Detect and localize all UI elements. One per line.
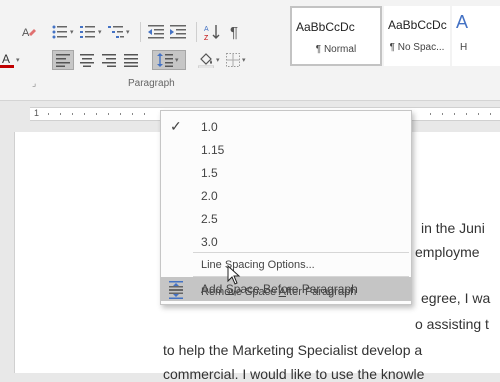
style-no-spacing[interactable]: AaBbCcDc ¶ No Spac...	[384, 6, 450, 66]
pilcrow-icon: ¶	[230, 23, 239, 41]
numbering-button[interactable]: ▾	[80, 22, 102, 42]
multilevel-list-icon	[108, 24, 124, 40]
chevron-down-icon: ▾	[216, 57, 220, 64]
align-center-icon	[80, 53, 94, 67]
style-heading-1[interactable]: A H	[452, 6, 500, 66]
document-text-line: commercial. I would like to use the know…	[163, 366, 425, 382]
menu-item-label: 1.0	[201, 120, 218, 134]
increase-indent-button[interactable]	[170, 22, 186, 42]
style-name-label: H	[460, 42, 468, 53]
decrease-indent-icon	[148, 24, 164, 40]
align-left-icon	[56, 53, 70, 67]
align-center-button[interactable]	[80, 50, 94, 70]
svg-text:A: A	[204, 26, 209, 33]
menu-item-label: 1.15	[201, 143, 225, 157]
line-spacing-menu: ✓ 1.0 1.15 1.5 2.0 2.5 3.0 Line Spacing …	[160, 110, 412, 305]
menu-item-label: Remove Space After Paragraph	[201, 286, 357, 298]
style-normal[interactable]: AaBbCcDc ¶ Normal	[290, 6, 382, 66]
menu-item-spacing-2-0[interactable]: 2.0	[161, 184, 411, 207]
align-right-button[interactable]	[102, 50, 116, 70]
style-sample-text: A	[456, 12, 469, 32]
shading-button[interactable]: ▾	[198, 50, 220, 70]
style-name-label: ¶ No Spac...	[389, 42, 445, 53]
remove-space-after-icon	[169, 285, 183, 302]
sort-button[interactable]: AZ	[204, 22, 222, 42]
font-group-launcher-icon[interactable]: ⌟	[32, 78, 36, 89]
align-right-icon	[102, 53, 116, 67]
chevron-down-icon: ▾	[175, 57, 179, 64]
justify-button[interactable]	[124, 50, 138, 70]
chevron-down-icon: ▾	[70, 29, 74, 36]
line-spacing-options-item[interactable]: Line Spacing Options...	[161, 254, 411, 277]
menu-item-label: Line Spacing Options...	[201, 259, 315, 271]
chevron-down-icon: ▾	[98, 29, 102, 36]
sort-icon: AZ	[204, 23, 222, 41]
decrease-indent-button[interactable]	[148, 22, 164, 42]
menu-item-spacing-1-5[interactable]: 1.5	[161, 161, 411, 184]
paragraph-group-label: Paragraph	[128, 78, 175, 89]
menu-separator	[193, 252, 409, 253]
ribbon: A ▾ ▾ ▾ AZ ¶ A ▾ ▾ ▾ ▾ ⌟ Paragraph AaBbC…	[0, 0, 500, 101]
document-text-line: o assisting t	[415, 316, 489, 332]
menu-item-label: 2.5	[201, 212, 218, 226]
clear-formatting-button[interactable]: A	[22, 22, 36, 42]
svg-text:A: A	[2, 52, 10, 66]
menu-item-label: 3.0	[201, 235, 218, 249]
eraser-icon: A	[22, 24, 36, 40]
chevron-down-icon: ▾	[16, 57, 20, 64]
menu-item-spacing-3-0[interactable]: 3.0	[161, 230, 411, 253]
document-text-line: employme	[415, 244, 480, 260]
increase-indent-icon	[170, 24, 186, 40]
remove-space-after-paragraph-item[interactable]: Remove Space After Paragraph	[161, 281, 411, 303]
menu-item-spacing-1-0[interactable]: ✓ 1.0	[161, 115, 411, 138]
mouse-pointer-icon	[227, 264, 241, 290]
svg-text:A: A	[22, 27, 30, 39]
svg-text:Z: Z	[204, 35, 209, 41]
align-left-button[interactable]	[52, 50, 74, 70]
menu-item-label: 1.5	[201, 166, 218, 180]
font-color-button[interactable]: A ▾	[0, 50, 20, 70]
style-sample-text: AaBbCcDc	[388, 18, 447, 32]
ribbon-separator	[140, 22, 141, 42]
checkmark-icon: ✓	[170, 118, 182, 134]
chevron-down-icon: ▾	[242, 57, 246, 64]
line-spacing-icon	[157, 53, 173, 67]
justify-icon	[124, 53, 138, 67]
font-color-icon: A	[0, 51, 14, 69]
paint-bucket-icon	[198, 52, 214, 68]
borders-icon	[226, 53, 240, 67]
multilevel-list-button[interactable]: ▾	[108, 22, 130, 42]
chevron-down-icon: ▾	[126, 29, 130, 36]
menu-item-label: 2.0	[201, 189, 218, 203]
menu-item-spacing-1-15[interactable]: 1.15	[161, 138, 411, 161]
style-sample-text: AaBbCcDc	[296, 20, 355, 34]
numbered-list-icon	[80, 24, 96, 40]
bullet-list-icon	[52, 24, 68, 40]
show-formatting-marks-button[interactable]: ¶	[230, 22, 238, 42]
borders-button[interactable]: ▾	[226, 50, 246, 70]
line-spacing-button[interactable]: ▾	[152, 50, 186, 70]
ribbon-separator	[196, 22, 197, 42]
bullets-button[interactable]: ▾	[52, 22, 74, 42]
document-text-line: egree, I wa	[421, 290, 491, 306]
document-text-line: to help the Marketing Specialist develop…	[163, 342, 423, 358]
menu-item-spacing-2-5[interactable]: 2.5	[161, 207, 411, 230]
style-name-label: ¶ Normal	[315, 44, 357, 55]
document-text-line: in the Juni	[421, 220, 485, 236]
